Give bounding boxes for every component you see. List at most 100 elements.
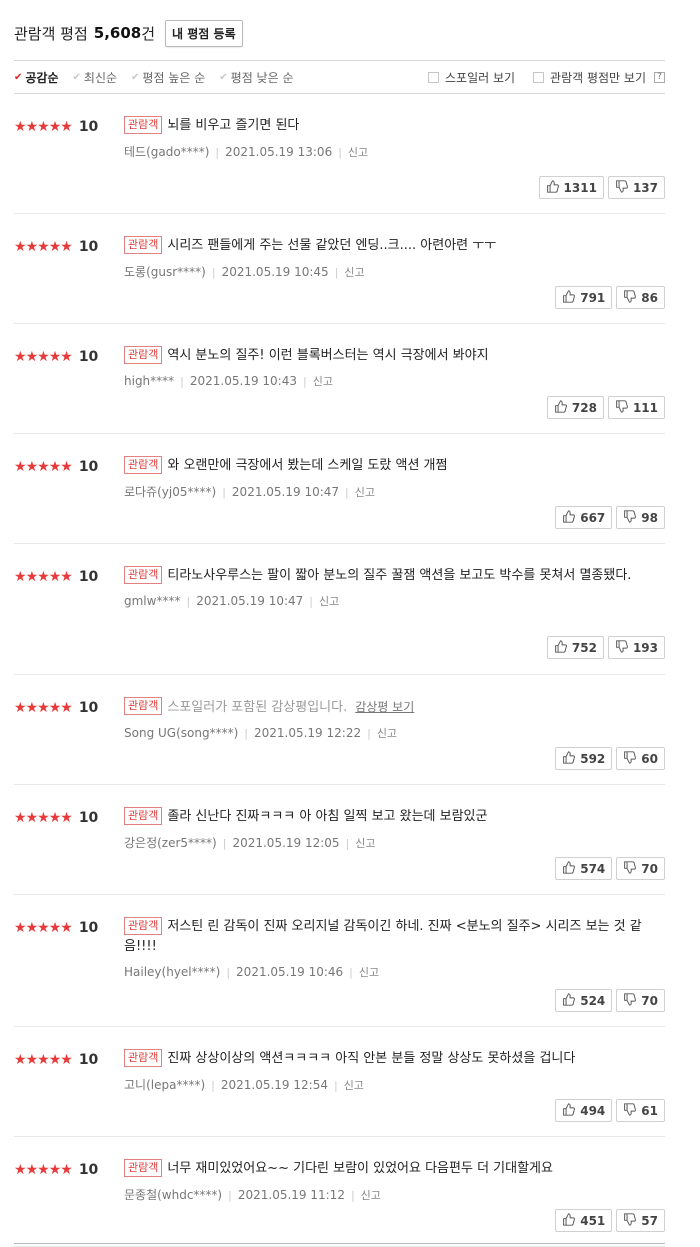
star-icon: ★ [14, 119, 27, 135]
star-icon: ★ [48, 459, 62, 475]
audience-only-checkbox[interactable] [533, 71, 545, 83]
like-count: 524 [580, 993, 606, 1008]
audience-badge: 관람객 [124, 917, 163, 935]
like-button[interactable]: 451 [555, 1209, 613, 1232]
report-link[interactable]: 신고 [361, 1189, 381, 1202]
my-rating-button[interactable]: 내 평점 등록 [165, 19, 243, 47]
review-meta: 고니(lepa****) | 2021.05.19 12:54 | 신고 [124, 1076, 653, 1093]
report-link[interactable]: 신고 [355, 837, 375, 850]
vote-buttons: 667 98 [551, 506, 665, 529]
star-rating: ★ ★ ★ ★ ★ 10 [14, 239, 98, 255]
thumbs-up-icon [562, 289, 580, 306]
review-body: 관람객 졸라 신난다 진짜ㅋㅋㅋ 아 아침 일찍 보고 왔는데 보람있군 강은정(… [124, 807, 653, 851]
like-button[interactable]: 494 [555, 1099, 613, 1122]
report-link[interactable]: 신고 [313, 375, 333, 388]
star-icon: ★ [25, 920, 39, 936]
review-body: 관람객 티라노사우루스는 팔이 짧아 분노의 질주 꿀잼 액션을 보고도 박수를 … [124, 566, 653, 609]
review-user[interactable]: high**** [124, 374, 174, 388]
sort-high-rating[interactable]: ✔ 평점 높은 순 [131, 69, 205, 86]
spoiler-checkbox[interactable] [427, 71, 439, 83]
report-link[interactable]: 신고 [377, 727, 397, 740]
dislike-button[interactable]: 70 [616, 989, 665, 1012]
review-body: 관람객 뇌를 비우고 즐기면 된다 테드(gado****) | 2021.05.19… [124, 116, 653, 160]
star-icon: ★ [48, 239, 62, 255]
separator: | [211, 1079, 215, 1092]
review-user[interactable]: Hailey(hyel****) [124, 965, 220, 979]
star-icon: ★ [14, 349, 27, 365]
like-button[interactable]: 574 [555, 857, 613, 880]
review-content: 관람객 너무 재미있었어요~~ 기다린 보람이 있었어요 다음편두 더 기대할게요 [124, 1159, 653, 1179]
review-body: 관람객 저스틴 린 감독이 진짜 오리지널 감독이긴 하네. 진짜 <분노의 질주… [124, 917, 653, 980]
vote-buttons: 592 60 [551, 747, 665, 770]
review-content: 관람객 저스틴 린 감독이 진짜 오리지널 감독이긴 하네. 진짜 <분노의 질주… [124, 917, 653, 957]
like-button[interactable]: 667 [555, 506, 613, 529]
bottom-divider [14, 1243, 665, 1244]
star-icon: ★ [48, 569, 62, 585]
review-user[interactable]: Song UG(song****) [124, 726, 238, 740]
report-link[interactable]: 신고 [319, 595, 339, 608]
dislike-button[interactable]: 61 [616, 1099, 665, 1122]
star-icon: ★ [48, 920, 62, 936]
review-date: 2021.05.19 11:12 [237, 1188, 345, 1202]
like-button[interactable]: 1311 [538, 176, 604, 199]
review-user[interactable]: 강은정(zer5****) [124, 836, 217, 850]
help-icon[interactable]: ? [654, 71, 665, 83]
star-icon: ★ [60, 349, 73, 365]
thumbs-up-icon [562, 992, 580, 1009]
dislike-button[interactable]: 111 [607, 396, 665, 419]
dislike-button[interactable]: 70 [616, 857, 665, 880]
review-score: 10 [78, 1162, 99, 1178]
thumbs-down-icon [615, 399, 633, 416]
sort-latest[interactable]: ✔ 최신순 [73, 69, 118, 86]
rating-count-unit: 건 [141, 24, 156, 43]
like-button[interactable]: 728 [546, 396, 604, 419]
review-user[interactable]: 문종철(whdc****) [124, 1188, 222, 1202]
star-icon: ★ [60, 920, 73, 936]
review-score: 10 [78, 920, 99, 936]
dislike-button[interactable]: 86 [616, 286, 665, 309]
sort-label: 공감순 [25, 70, 59, 85]
review-text: 뇌를 비우고 즐기면 된다 [167, 118, 300, 133]
star-icon: ★ [37, 810, 50, 826]
report-link[interactable]: 신고 [359, 966, 379, 979]
dislike-button[interactable]: 60 [616, 747, 665, 770]
review-item: ★ ★ ★ ★ ★ 10 관람객 티라노사우루스는 팔이 짧아 분노의 질주 꿀잼… [14, 544, 665, 675]
audience-only-toggle[interactable]: 관람객 평점만 보기 ? [533, 69, 665, 86]
separator: | [309, 595, 314, 608]
like-button[interactable]: 592 [555, 747, 613, 770]
review-body: 관람객 진짜 상상이상의 액션ㅋㅋㅋㅋ 아직 안본 분들 정말 상상도 못하셨을 … [124, 1049, 653, 1093]
dislike-button[interactable]: 193 [607, 636, 665, 659]
audience-only-label: 관람객 평점만 보기 [550, 70, 646, 85]
sort-low-rating[interactable]: ✔ 평점 낮은 순 [219, 69, 293, 86]
like-button[interactable]: 791 [555, 286, 613, 309]
review-user[interactable]: 고니(lepa****) [124, 1078, 205, 1092]
vote-buttons: 524 70 [551, 989, 665, 1012]
star-icon: ★ [37, 239, 50, 255]
vote-buttons: 1311 137 [535, 176, 665, 199]
vote-buttons: 574 70 [551, 857, 665, 880]
like-button[interactable]: 524 [555, 989, 613, 1012]
separator: | [345, 837, 350, 850]
star-rating: ★ ★ ★ ★ ★ 10 [14, 459, 98, 475]
review-user[interactable]: 로다쥬(yj05****) [124, 485, 216, 499]
star-icon: ★ [14, 239, 27, 255]
review-user[interactable]: 도롱(gusr****) [124, 265, 206, 279]
review-date: 2021.05.19 13:06 [225, 145, 333, 159]
dislike-button[interactable]: 98 [616, 506, 665, 529]
like-button[interactable]: 752 [546, 636, 604, 659]
star-icon: ★ [37, 1162, 50, 1178]
thumbs-down-icon [623, 509, 641, 526]
spoiler-toggle[interactable]: 스포일러 보기 [427, 69, 515, 86]
report-link[interactable]: 신고 [355, 486, 375, 499]
view-spoiler-link[interactable]: 감상평 보기 [355, 700, 414, 714]
dislike-button[interactable]: 137 [607, 176, 665, 199]
report-link[interactable]: 신고 [344, 1079, 364, 1092]
review-user[interactable]: gmlw**** [124, 594, 180, 608]
review-item: ★ ★ ★ ★ ★ 10 관람객 뇌를 비우고 즐기면 된다 테드(gado***… [14, 94, 665, 214]
sort-sympathy[interactable]: ✔ 공감순 [14, 69, 59, 86]
review-user[interactable]: 테드(gado****) [124, 145, 209, 159]
dislike-button[interactable]: 57 [616, 1209, 665, 1232]
report-link[interactable]: 신고 [348, 146, 368, 159]
report-link[interactable]: 신고 [344, 266, 364, 279]
audience-badge: 관람객 [124, 1159, 163, 1177]
